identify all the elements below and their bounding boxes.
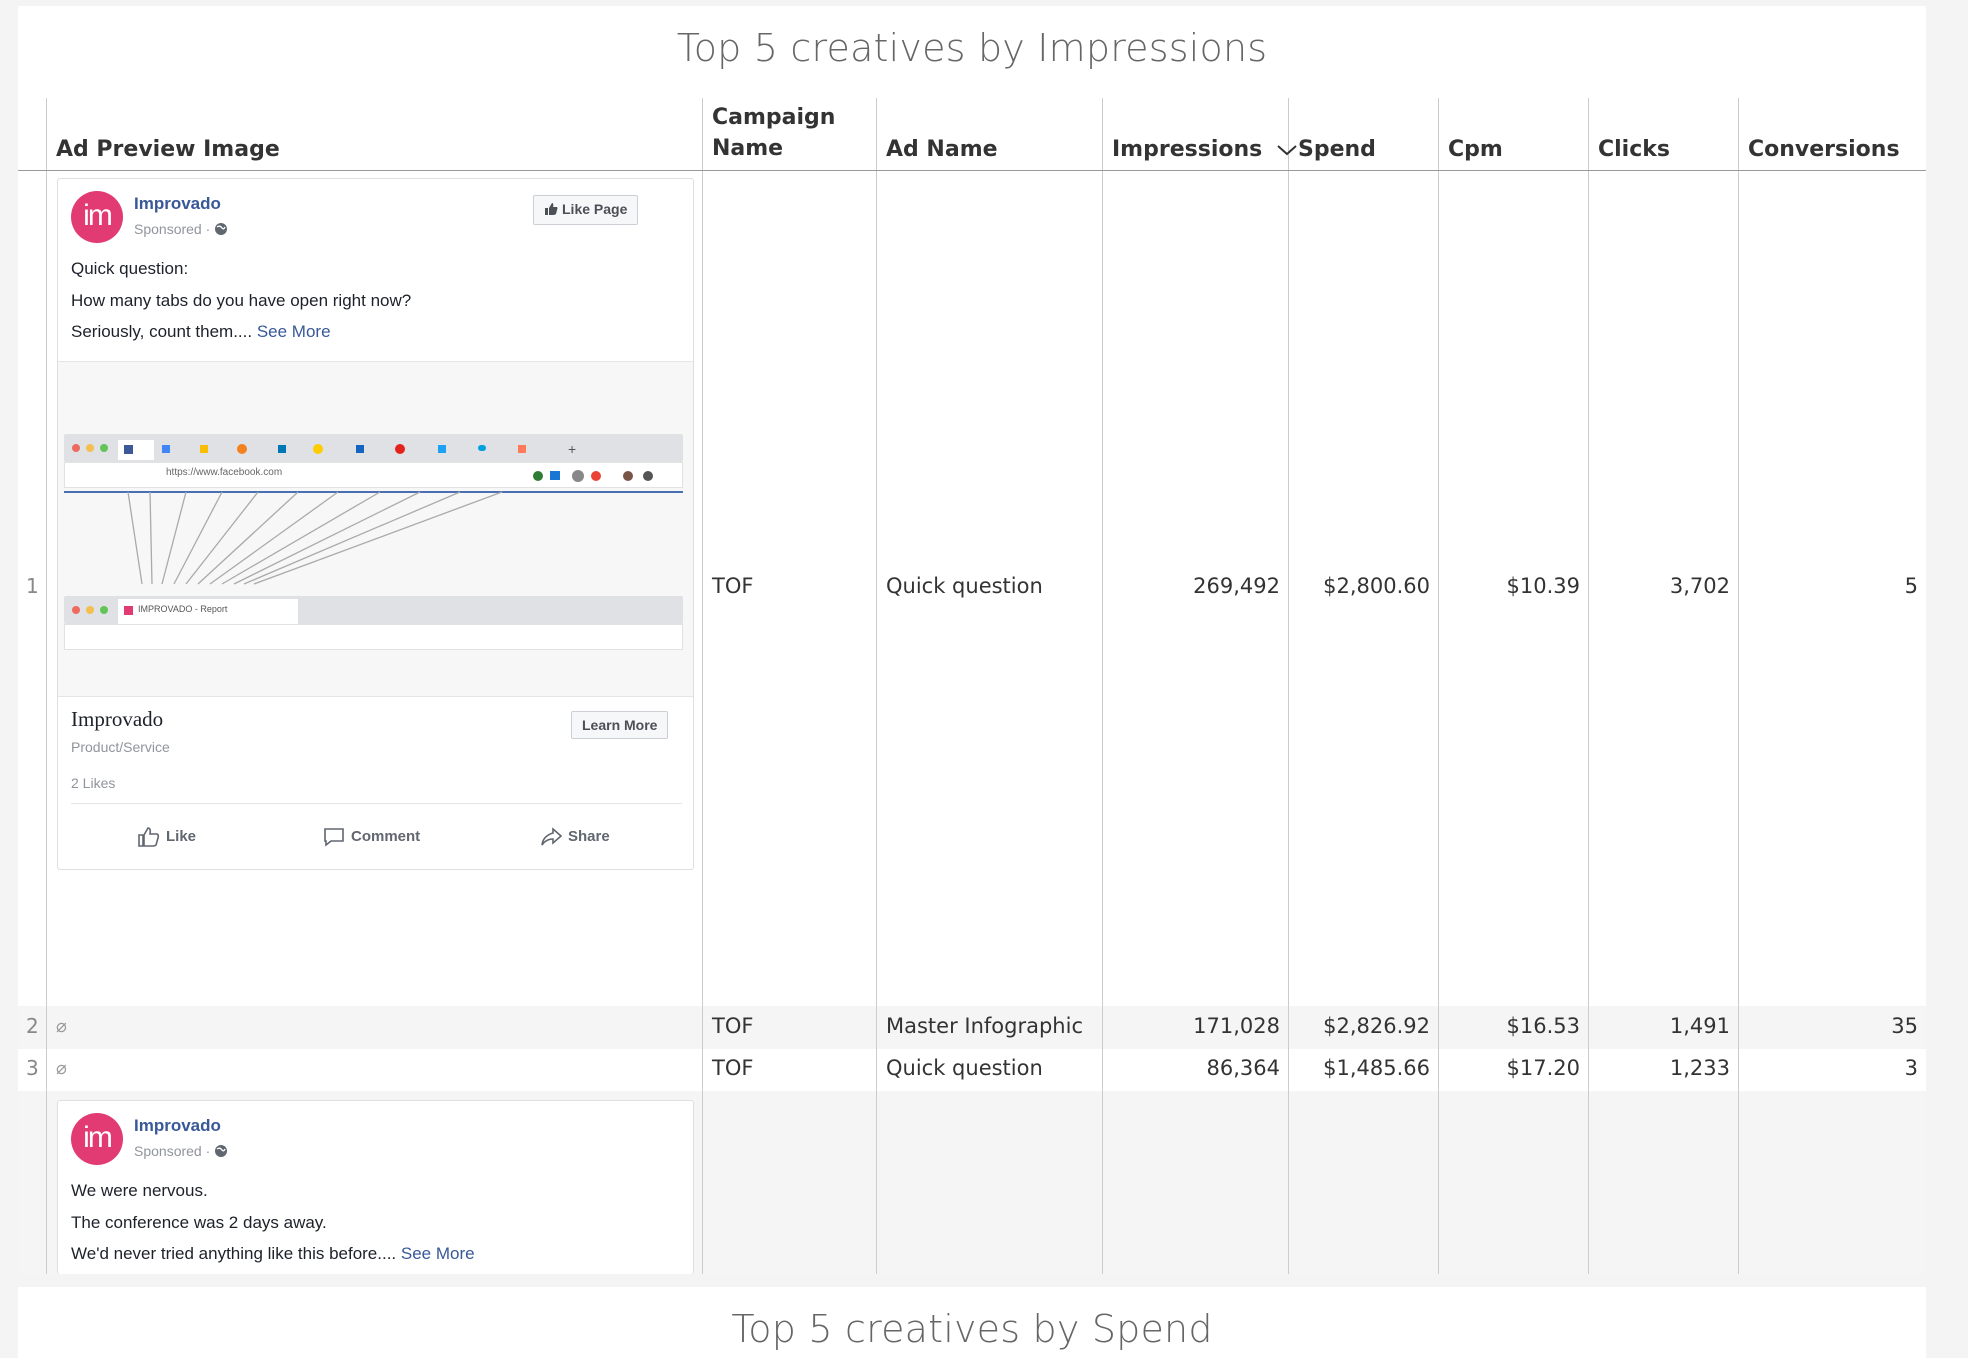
- cell-ad-name: Master Infographic: [886, 1014, 1083, 1038]
- column-header-spend[interactable]: Spend: [1298, 134, 1376, 165]
- tab-title: IMPROVADO - Report: [138, 604, 228, 614]
- ad-brand-name: Improvado: [71, 707, 164, 731]
- cell-spend: $2,826.92: [1323, 1014, 1430, 1038]
- cell-impressions: 269,492: [1193, 574, 1280, 598]
- column-header-conversions[interactable]: Conversions: [1748, 134, 1900, 165]
- share-icon: [540, 827, 568, 846]
- empty-preview: ⌀: [56, 1058, 67, 1079]
- globe-icon: [214, 1144, 228, 1161]
- cell-cpm: $17.20: [1506, 1056, 1580, 1080]
- page-avatar: im: [71, 1113, 123, 1165]
- column-header-clicks[interactable]: Clicks: [1598, 134, 1670, 165]
- ad-text-line: We'd never tried anything like this befo…: [71, 1244, 475, 1263]
- ad-preview-card[interactable]: im Improvado Sponsored · We were nervous…: [57, 1100, 694, 1274]
- spend-table-panel: Top 5 creatives by Spend: [18, 1287, 1926, 1358]
- column-header-impressions[interactable]: Impressions: [1112, 134, 1298, 166]
- cell-ad-name: Quick question: [886, 1056, 1043, 1080]
- row-index: 3: [26, 1056, 39, 1080]
- row-index: 1: [26, 574, 39, 598]
- share-action[interactable]: Share: [540, 827, 610, 847]
- tabs-arrow-illustration: [127, 491, 503, 585]
- cell-impressions: 86,364: [1206, 1056, 1280, 1080]
- column-header-ad-preview-image[interactable]: Ad Preview Image: [56, 134, 280, 165]
- see-more-link[interactable]: See More: [401, 1244, 475, 1263]
- cell-spend: $1,485.66: [1323, 1056, 1430, 1080]
- cell-cpm: $10.39: [1506, 574, 1580, 598]
- comment-action[interactable]: Comment: [323, 827, 420, 847]
- cell-conversions: 5: [1904, 574, 1918, 598]
- ad-text-line: How many tabs do you have open right now…: [71, 291, 412, 310]
- column-header-ad-name[interactable]: Ad Name: [886, 134, 998, 165]
- browser-address-bar: [64, 624, 683, 650]
- like-page-button[interactable]: Like Page: [533, 195, 639, 225]
- cell-spend: $2,800.60: [1323, 574, 1430, 598]
- page-name-link[interactable]: Improvado: [134, 1116, 221, 1136]
- ad-text-line: Seriously, count them.... See More: [71, 322, 331, 341]
- column-header-campaign-name[interactable]: Campaign Name: [712, 102, 835, 164]
- cell-campaign: TOF: [712, 1056, 754, 1080]
- thumbs-up-icon: [544, 202, 558, 219]
- learn-more-button[interactable]: Learn More: [571, 711, 669, 739]
- ad-text-line: We were nervous.: [71, 1181, 208, 1200]
- impressions-table-panel: Top 5 creatives by Impressions Ad Previe…: [18, 6, 1926, 1274]
- like-action[interactable]: Like: [138, 827, 196, 847]
- empty-preview: ⌀: [56, 1016, 67, 1037]
- browser-extensions-icon: [533, 470, 653, 482]
- comment-icon: [323, 828, 351, 847]
- globe-icon: [214, 222, 228, 239]
- sponsored-label: Sponsored ·: [134, 221, 228, 239]
- url-text: https://www.facebook.com: [166, 467, 283, 478]
- cell-campaign: TOF: [712, 1014, 754, 1038]
- cell-conversions: 3: [1904, 1056, 1918, 1080]
- cell-clicks: 1,491: [1669, 1014, 1730, 1038]
- svg-text:+: +: [568, 441, 576, 457]
- panel-title: Top 5 creatives by Spend: [731, 1307, 1213, 1351]
- cell-ad-name: Quick question: [886, 574, 1043, 598]
- ad-text-line: The conference was 2 days away.: [71, 1213, 327, 1232]
- cell-impressions: 171,028: [1193, 1014, 1280, 1038]
- panel-title: Top 5 creatives by Impressions: [676, 26, 1268, 70]
- see-more-link[interactable]: See More: [257, 322, 331, 341]
- browser-tabs-icon: +: [118, 440, 576, 460]
- sort-descending-icon[interactable]: [1276, 135, 1298, 166]
- cell-campaign: TOF: [712, 574, 754, 598]
- thumbs-up-icon: [138, 827, 166, 847]
- cell-clicks: 3,702: [1669, 574, 1730, 598]
- cell-conversions: 35: [1891, 1014, 1918, 1038]
- ad-preview-card[interactable]: im Improvado Sponsored · Like Page Quick…: [57, 178, 694, 870]
- sponsored-label: Sponsored ·: [134, 1143, 228, 1161]
- page-avatar: im: [71, 191, 123, 243]
- likes-count: 2 Likes: [71, 775, 116, 791]
- cell-cpm: $16.53: [1506, 1014, 1580, 1038]
- column-header-cpm[interactable]: Cpm: [1448, 134, 1503, 165]
- ad-image[interactable]: + https://www.facebook.com IMPROVADO - R…: [58, 361, 693, 697]
- ad-text-line: Quick question:: [71, 259, 189, 278]
- ad-category: Product/Service: [71, 739, 170, 755]
- row-index: 2: [26, 1014, 39, 1038]
- page-name-link[interactable]: Improvado: [134, 194, 221, 214]
- cell-clicks: 1,233: [1669, 1056, 1730, 1080]
